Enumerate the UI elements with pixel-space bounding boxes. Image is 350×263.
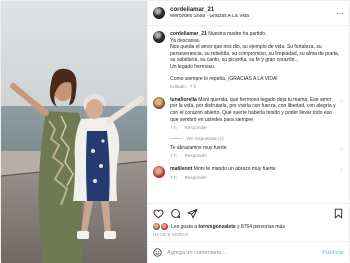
reply-button[interactable]: Responder [185,175,207,182]
caption-line: Nuestra madre ha partido. [208,31,267,37]
likes-suffix: y 8764 personas más [237,223,285,230]
replies-divider [170,137,183,139]
comment-body: lunafiorella Moni querida, qué hermoso l… [170,97,336,132]
comment-icon[interactable] [170,208,181,219]
comment-indent [153,145,165,160]
comment-time: 7 h [170,153,177,159]
liker-avatar [161,223,169,230]
commenter-avatar[interactable] [153,96,166,109]
comment-meta: 7 h Responder [170,175,336,182]
commenter-username[interactable]: matileont [170,166,192,172]
post-dialog: cordeliamar_21 Mercedes Sosa · Gracias A… [0,0,350,263]
view-replies-button[interactable]: Ver respuestas (1) [170,136,344,141]
liker-avatar [153,223,161,230]
like-comment-icon[interactable]: ♡ [340,97,344,132]
comment-item: lunafiorella Moni querida, qué hermoso l… [153,96,344,132]
caption-meta: Editado · 7 h [170,84,344,91]
author-avatar[interactable] [153,7,166,19]
heart-icon[interactable] [153,208,164,219]
reply-button[interactable]: Responder [185,125,207,132]
comment-body: matileont Moni te mando un abrazo muy fu… [170,166,336,181]
emoji-icon[interactable] [153,248,162,257]
caption-line: Ya descansa. [170,37,201,44]
likes-prefix: Les gusta a [171,223,198,230]
author-username[interactable]: cordeliamar_21 [170,7,334,14]
caption-edited-time: Editado · 7 h [170,84,197,90]
comment-item: matileont Moni te mando un abrazo muy fu… [153,165,344,181]
post-actions: Les gusta a torresgonzalete y 8764 perso… [148,203,349,237]
comment-time: 7 h [170,174,177,180]
reply-button[interactable]: Responder [185,153,207,160]
comment-item: Te abrazamos muy fuerte. 7 h Responder ♡ [153,145,344,160]
like-comment-icon[interactable]: ♡ [340,166,344,181]
comment-time: 7 h [170,125,177,131]
publish-button[interactable]: Publicar [322,250,344,256]
comment-text: Te abrazamos muy fuerte. [170,144,228,151]
caption-line: Un legado hermoso. [170,63,216,70]
more-options-icon[interactable]: ··· [335,9,346,18]
comment-meta: 7 h Responder [170,153,336,160]
author-info: cordeliamar_21 Mercedes Sosa · Gracias A… [170,7,334,20]
caption-username[interactable]: cordeliamar_21 [170,31,207,37]
commenter-avatar[interactable] [153,165,166,178]
bookmark-icon[interactable] [333,208,344,219]
caption-line: Nos queda el amor que nos dio, su ejempl… [170,44,340,64]
share-icon[interactable] [187,208,198,219]
likes-summary[interactable]: Les gusta a torresgonzalete y 8764 perso… [153,222,344,231]
photo-two-women-on-promenade [1,1,148,263]
post-timestamp: HACE 8 HORAS [153,232,189,237]
comments-list: cordeliamar_21 Nuestra madre ha partido.… [148,26,349,203]
add-comment-bar: Publicar [148,241,349,263]
like-comment-icon[interactable]: ♡ [340,145,344,160]
post-photo[interactable] [1,1,148,263]
comment-body: Te abrazamos muy fuerte. 7 h Responder [170,145,336,160]
caption-body: cordeliamar_21 Nuestra madre ha partido.… [170,31,344,91]
liker-username[interactable]: torresgonzalete [198,224,235,230]
audio-track-link[interactable]: Mercedes Sosa · Gracias A La Vida [170,14,334,20]
comment-meta: 7 h Responder [170,125,336,132]
comment-text: Moni te mando un abrazo muy fuerte [193,165,276,172]
caption-line: Como siempre lo repetía, ¡GRACIAS A LA V… [170,75,278,82]
likes-text: Les gusta a torresgonzalete y 8764 perso… [171,224,285,230]
post-sidebar: cordeliamar_21 Mercedes Sosa · Gracias A… [147,1,349,263]
post-header: cordeliamar_21 Mercedes Sosa · Gracias A… [148,1,349,26]
caption: cordeliamar_21 Nuestra madre ha partido.… [153,31,344,91]
view-replies-label: Ver respuestas (1) [186,135,224,141]
comment-input[interactable] [167,249,323,256]
caption-avatar[interactable] [153,31,166,43]
commenter-username[interactable]: lunafiorella [170,97,197,103]
action-icons [153,207,344,220]
